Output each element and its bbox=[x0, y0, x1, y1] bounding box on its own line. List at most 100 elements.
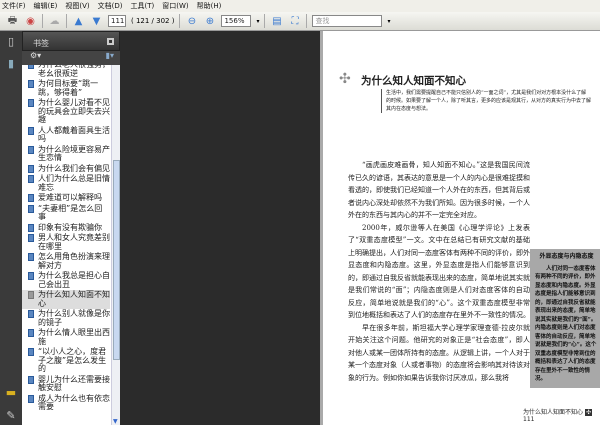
puzzle-icon: ✣ bbox=[339, 71, 351, 87]
chapter-intro: 生活中，我们需要提醒自己不能只信别人的“一面之词”，尤其是我们对对方根本没什么了… bbox=[381, 89, 591, 113]
paragraph: “画虎画皮难画骨，知人知面不知心。”这是我国民间流传已久的谚语，其表达的意思是一… bbox=[348, 161, 530, 219]
page-number: 111 bbox=[523, 416, 535, 423]
footer-title: 为什么知人知面不知心 bbox=[523, 409, 584, 416]
bookmark-item[interactable]: 为什么婴儿对看不见的玩具会立即失去兴趣 bbox=[22, 98, 110, 126]
bookmark-item[interactable]: 为什么老人很强势，老幺很叛逆 bbox=[22, 65, 110, 79]
scrollbar[interactable]: ▼ bbox=[111, 65, 120, 425]
bookmark-item[interactable]: “夫妻相”是怎么回事 bbox=[22, 204, 110, 223]
comment-icon[interactable]: ☁ bbox=[48, 15, 61, 28]
bookmark-item[interactable]: 为什么我总是担心自己会出丑 bbox=[22, 271, 110, 290]
bookmark-label: 为什么知人知面不知心 bbox=[38, 290, 110, 308]
panel-options-icon[interactable]: ▪ bbox=[107, 38, 114, 45]
menu-help[interactable]: 帮助(H) bbox=[197, 1, 222, 11]
panel-title: 书签 bbox=[33, 39, 49, 48]
new-bookmark-icon[interactable]: ▮▾ bbox=[106, 51, 114, 60]
bookmark-item[interactable]: 怎么用角色扮演来理解对方 bbox=[22, 252, 110, 271]
bookmark-item[interactable]: “以小人之心，度君子之腹”是怎么发生的 bbox=[22, 347, 110, 375]
next-page-icon[interactable]: ▼ bbox=[90, 15, 103, 28]
menu-bar: 文件(F) 编辑(E) 视图(V) 文档(D) 工具(T) 窗口(W) 帮助(H… bbox=[0, 0, 600, 12]
bookmark-icon bbox=[28, 310, 34, 318]
fit-width-icon[interactable]: ▤ bbox=[270, 15, 283, 28]
bookmark-label: 为什么我总是担心自己会出丑 bbox=[38, 271, 110, 289]
menu-view[interactable]: 视图(V) bbox=[65, 1, 89, 11]
panel-toolbar: ⚙▾ ▮▾ bbox=[22, 51, 120, 63]
bookmark-icon bbox=[28, 348, 34, 356]
sidebar-title: 外显态度与内隐态度 bbox=[539, 253, 594, 260]
scrollbar-thumb[interactable] bbox=[113, 160, 120, 360]
bookmark-item[interactable]: 婴儿为什么还需要接触安慰 bbox=[22, 375, 110, 394]
scroll-down-icon[interactable]: ▼ bbox=[113, 418, 118, 425]
bookmark-icon bbox=[28, 80, 34, 88]
bookmark-label: 为何目标要“跳一跳，够得着” bbox=[38, 79, 99, 97]
bookmark-label: 为什么别人就像是你的镜子 bbox=[38, 309, 110, 327]
bookmarks-icon[interactable]: ▮ bbox=[5, 57, 17, 70]
share-icon[interactable]: ◉ bbox=[24, 15, 37, 28]
bookmark-label: 人人都戴着面具生活吗 bbox=[38, 125, 110, 143]
bookmark-item[interactable]: 为什么情人眼里出西施 bbox=[22, 328, 110, 347]
bookmark-label: 为什么我们会有偏见 bbox=[38, 163, 110, 173]
bookmark-item[interactable]: 成人为什么也有依恋需要 bbox=[22, 394, 110, 413]
paragraph: 2000年，威尔逊等人在美国《心理学评论》上发表了“双重态度模型”一文。文中在总… bbox=[348, 223, 530, 320]
print-icon[interactable]: 🖶 bbox=[6, 15, 19, 28]
menu-edit[interactable]: 编辑(E) bbox=[34, 1, 58, 11]
divider bbox=[264, 14, 266, 28]
bookmark-item[interactable]: 印象有没有欺骗你 bbox=[22, 223, 110, 234]
chapter-title: 为什么知人知面不知心 bbox=[361, 75, 466, 87]
paragraph: 早在很多年前，斯坦福大学心理学家理查德·拉皮尔就开始关注这个问题。他研究的对象正… bbox=[348, 323, 530, 382]
bookmark-item[interactable]: 为什么我们会有偏见 bbox=[22, 164, 110, 175]
menu-window[interactable]: 窗口(W) bbox=[162, 1, 188, 11]
bookmarks-panel: 书签 ▪ ⚙▾ ▮▾ 为什么老人很强势，老幺很叛逆为何目标要“跳一跳，够得着”为… bbox=[22, 31, 120, 425]
chevron-down-icon[interactable]: ▾ bbox=[256, 18, 259, 25]
attachments-icon[interactable]: ✎ bbox=[5, 409, 17, 422]
bookmark-label: 为什么险境更容易产生恋情 bbox=[38, 144, 110, 162]
search-input[interactable]: 查找 bbox=[312, 15, 383, 27]
navigation-strip: ▯ ▮ ▬ ✎ bbox=[0, 31, 22, 425]
bookmark-item[interactable]: 人人都戴着面具生活吗 bbox=[22, 126, 110, 145]
body-text: “画虎画皮难画骨，知人知面不知心。”这是我国民间流传已久的谚语，其表达的意思是一… bbox=[348, 159, 530, 384]
fit-page-icon[interactable]: ⛶ bbox=[288, 15, 301, 28]
bookmark-item[interactable]: 爱难道可以解释吗 bbox=[22, 193, 110, 204]
bookmark-item[interactable]: 男人和女人究竟差别在哪里 bbox=[22, 233, 110, 252]
bookmark-item[interactable]: 为什么知人知面不知心 bbox=[22, 290, 110, 309]
bookmark-label: “以小人之心，度君子之腹”是怎么发生的 bbox=[38, 347, 107, 373]
bookmark-icon bbox=[28, 164, 34, 173]
bookmark-item[interactable]: 为何目标要“跳一跳，够得着” bbox=[22, 79, 110, 98]
search-options-icon[interactable]: ▾ bbox=[387, 18, 390, 25]
bookmark-icon bbox=[28, 99, 34, 107]
bookmark-label: 为什么老人很强势，老幺很叛逆 bbox=[38, 65, 110, 78]
divider bbox=[179, 14, 181, 28]
divider bbox=[42, 14, 43, 28]
previous-page-icon[interactable]: ▲ bbox=[72, 15, 85, 28]
zoom-select[interactable]: 156% bbox=[221, 15, 252, 27]
comments-icon[interactable]: ▬ bbox=[5, 386, 17, 399]
bookmark-label: 为什么情人眼里出西施 bbox=[38, 328, 110, 346]
bookmark-label: “夫妻相”是怎么回事 bbox=[38, 203, 103, 221]
bookmark-item[interactable]: 为什么别人就像是你的镜子 bbox=[22, 309, 110, 328]
menu-document[interactable]: 文档(D) bbox=[98, 1, 123, 11]
bookmark-icon bbox=[28, 272, 34, 280]
bookmark-icon bbox=[28, 375, 34, 384]
page-number-input[interactable]: 111 bbox=[108, 15, 126, 27]
menu-file[interactable]: 文件(F) bbox=[2, 1, 26, 11]
bookmark-icon bbox=[28, 204, 34, 213]
pages-icon[interactable]: ▯ bbox=[5, 35, 17, 48]
bookmark-item[interactable]: 为什么险境更容易产生恋情 bbox=[22, 145, 110, 164]
options-gear-icon[interactable]: ⚙▾ bbox=[30, 51, 41, 60]
zoom-in-icon[interactable]: ⊕ bbox=[203, 15, 216, 28]
bookmark-label: 怎么用角色扮演来理解对方 bbox=[38, 252, 110, 270]
bookmark-icon bbox=[28, 145, 34, 154]
sidebar-box: 外显态度与内隐态度 人们对同一态度客体有两种不同的评价，即外显态度和内隐态度。外… bbox=[530, 249, 600, 388]
pdf-page: ✣ 为什么知人知面不知心 生活中，我们需要提醒自己不能只信别人的“一面之词”，尤… bbox=[320, 31, 600, 425]
bookmark-icon bbox=[28, 291, 34, 299]
panel-header: 书签 ▪ bbox=[22, 31, 120, 51]
bookmark-icon bbox=[28, 194, 34, 202]
bookmark-icon bbox=[28, 223, 34, 232]
bookmark-icon bbox=[28, 394, 34, 403]
page-count: ( 121 / 302 ) bbox=[131, 17, 175, 25]
menu-tools[interactable]: 工具(T) bbox=[131, 1, 155, 11]
zoom-out-icon[interactable]: ⊖ bbox=[185, 15, 198, 28]
bookmark-item[interactable]: 人们为什么总是旧情难忘 bbox=[22, 174, 110, 193]
bookmark-label: 婴儿为什么还需要接触安慰 bbox=[38, 374, 110, 392]
bookmark-label: 成人为什么也有依恋需要 bbox=[38, 393, 110, 411]
bookmark-label: 为什么婴儿对看不见的玩具会立即失去兴趣 bbox=[38, 98, 110, 124]
